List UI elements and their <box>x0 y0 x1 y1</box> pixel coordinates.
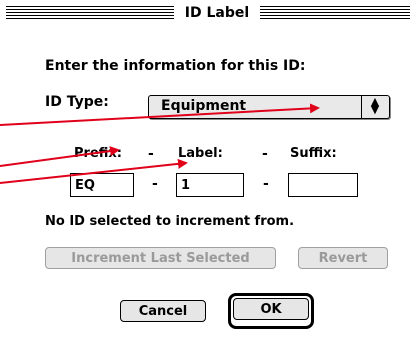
arrow-to-prefix <box>0 146 120 167</box>
arrow-to-label <box>0 158 188 184</box>
annotation-arrows <box>0 103 320 184</box>
arrow-to-id-type <box>0 103 320 126</box>
